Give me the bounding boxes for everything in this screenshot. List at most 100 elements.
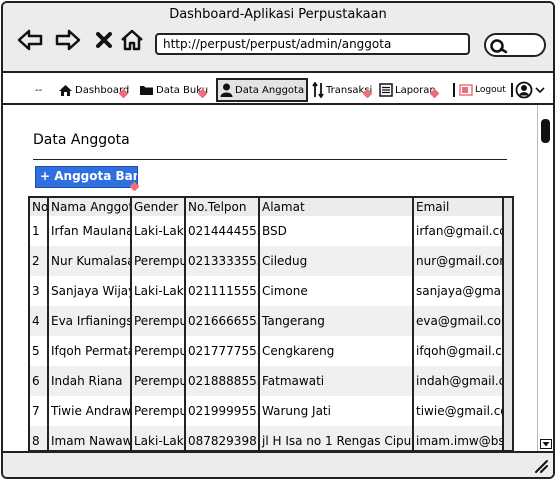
home-icon <box>59 84 72 96</box>
main-menu: -- Dashboard Data Buku Data Anggota Tran… <box>3 75 553 105</box>
menu-item-label: Data Anggota <box>235 84 305 96</box>
table-row[interactable]: 4Eva IrfianingsihPerempuan0216666555Tang… <box>30 306 504 336</box>
search-box[interactable] <box>484 33 546 57</box>
table-header-row: No Nama Anggota Gender No.Telpon Alamat … <box>30 198 504 216</box>
resize-grip-icon[interactable] <box>533 459 549 473</box>
close-icon <box>96 32 112 48</box>
cell: Tangerang <box>259 306 414 336</box>
cell: Perempuan <box>131 366 186 396</box>
column-header-no[interactable]: No <box>30 198 49 216</box>
menu-item-placeholder[interactable]: -- <box>35 80 42 100</box>
divider <box>510 83 513 97</box>
table-row[interactable]: 6Indah RianaPerempuan0218888555Fatmawati… <box>30 366 504 396</box>
column-header-alamat[interactable]: Alamat <box>259 198 414 216</box>
cell: Imam Nawawi <box>48 426 132 450</box>
cell: Nur Kumalasari <box>48 246 132 276</box>
chevron-down-icon <box>535 87 545 94</box>
divider <box>453 83 455 97</box>
back-button[interactable] <box>15 27 45 53</box>
status-bar <box>3 451 553 477</box>
scroll-down-icon[interactable] <box>540 439 552 449</box>
menu-item-transaksi[interactable]: Transaksi <box>312 80 373 100</box>
cell: Indah Riana <box>48 366 132 396</box>
cell: Perempuan <box>131 306 186 336</box>
cell: 3 <box>30 276 49 306</box>
cell: jl H Isa no 1 Rengas Cipu <box>259 426 414 450</box>
cell: Irfan Maulana <box>48 216 132 246</box>
cell: Ciledug <box>259 246 414 276</box>
browser-chrome: Dashboard-Aplikasi Perpustakaan http://p… <box>3 3 553 73</box>
table-row[interactable]: 1 Irfan Maulana Laki-Laki 0214444555 BSD irfa… <box>30 216 504 246</box>
cell: 0216666555 <box>185 306 260 336</box>
cell: Eva Irfianingsih <box>48 306 132 336</box>
cell: 0219999555 <box>185 396 260 426</box>
cell: 0218888555 <box>185 366 260 396</box>
column-header-gender[interactable]: Gender <box>131 198 186 216</box>
window-title: Dashboard-Aplikasi Perpustakaan <box>169 7 387 22</box>
cell: 5 <box>30 336 49 366</box>
cell: Fatmawati <box>259 366 414 396</box>
table-row[interactable]: 8 Imam Nawawi Laki-Laki 087829398 jl H Isa n… <box>30 426 504 450</box>
cell: 087829398 <box>185 426 260 450</box>
cell: tiwie@gmail.com <box>416 404 504 418</box>
table-row[interactable]: 2Nur KumalasariPerempuan0213333555Ciledu… <box>30 246 504 276</box>
home-button[interactable] <box>117 27 147 53</box>
cell: Laki-Laki <box>131 276 186 306</box>
cell: sanjaya@gmail.com <box>416 284 504 298</box>
menu-item-laporan[interactable]: Laporan <box>379 80 440 100</box>
cell: irfan@gmail.com <box>416 224 504 238</box>
cell: Perempuan <box>131 246 186 276</box>
stop-button[interactable] <box>89 27 119 53</box>
cell: Laki-Laki <box>131 216 186 246</box>
folder-icon <box>140 86 153 95</box>
cell: Perempuan <box>131 336 186 366</box>
sort-icon <box>312 82 324 98</box>
main-content: Data Anggota + Anggota Baru No Nama Angg… <box>3 105 553 452</box>
cell: indah@gmail.com <box>413 366 504 396</box>
avatar-icon <box>515 81 533 99</box>
report-icon <box>379 83 393 97</box>
cell: Laki-Laki <box>131 426 186 450</box>
cell: Sanjaya Wijaya <box>48 276 132 306</box>
home-icon <box>121 29 143 51</box>
column-header-nama[interactable]: Nama Anggota <box>48 198 132 216</box>
cell: 0213333555 <box>185 246 260 276</box>
cell: 6 <box>30 366 49 396</box>
browser-window: Dashboard-Aplikasi Perpustakaan http://p… <box>1 1 555 479</box>
page-scrollbar[interactable] <box>537 105 553 451</box>
cell: 0217777555 <box>185 336 260 366</box>
table-scrollbar[interactable] <box>502 198 512 450</box>
menu-item-data-buku[interactable]: Data Buku <box>139 80 208 100</box>
flag-icon <box>429 88 440 99</box>
menu-item-data-anggota[interactable]: Data Anggota <box>216 78 309 102</box>
search-icon <box>490 39 508 54</box>
table-row[interactable]: 7Tiwie AndrawatiPerempuan0219999555Warun… <box>30 396 504 426</box>
cell: Ifqoh Permata <box>48 336 132 366</box>
table-row[interactable]: 3Sanjaya WijayaLaki-Laki0211115555Cimone… <box>30 276 504 306</box>
menu-item-logout[interactable]: Logout <box>453 80 513 100</box>
back-arrow-icon <box>17 29 43 51</box>
add-member-button[interactable]: + Anggota Baru <box>35 166 138 188</box>
cell: 7 <box>30 396 49 426</box>
forward-arrow-icon <box>55 29 81 51</box>
cell: 0211115555 <box>185 276 260 306</box>
forward-button[interactable] <box>53 27 83 53</box>
menu-item-dashboard[interactable]: Dashboard <box>58 80 129 100</box>
url-input[interactable]: http://perpust/perpust/admin/anggota <box>155 33 470 55</box>
divider <box>33 159 507 160</box>
cell: 0214444555 <box>185 216 260 246</box>
table-row[interactable]: 5Ifqoh PermataPerempuan0217777555Cengkar… <box>30 336 504 366</box>
account-menu[interactable] <box>515 80 545 100</box>
cell: eva@gmail.com <box>413 306 504 336</box>
column-header-telpon[interactable]: No.Telpon <box>185 198 260 216</box>
cell: 4 <box>30 306 49 336</box>
cell: 2 <box>30 246 49 276</box>
page-title: Data Anggota <box>33 132 130 148</box>
cell: 8 <box>30 426 49 450</box>
cell: nur@gmail.com <box>413 246 504 276</box>
logout-icon <box>459 84 473 96</box>
scrollbar-thumb[interactable] <box>541 119 550 143</box>
cell: Cengkareng <box>259 336 414 366</box>
cell: BSD <box>259 216 414 246</box>
column-header-email[interactable]: Email <box>413 198 504 216</box>
